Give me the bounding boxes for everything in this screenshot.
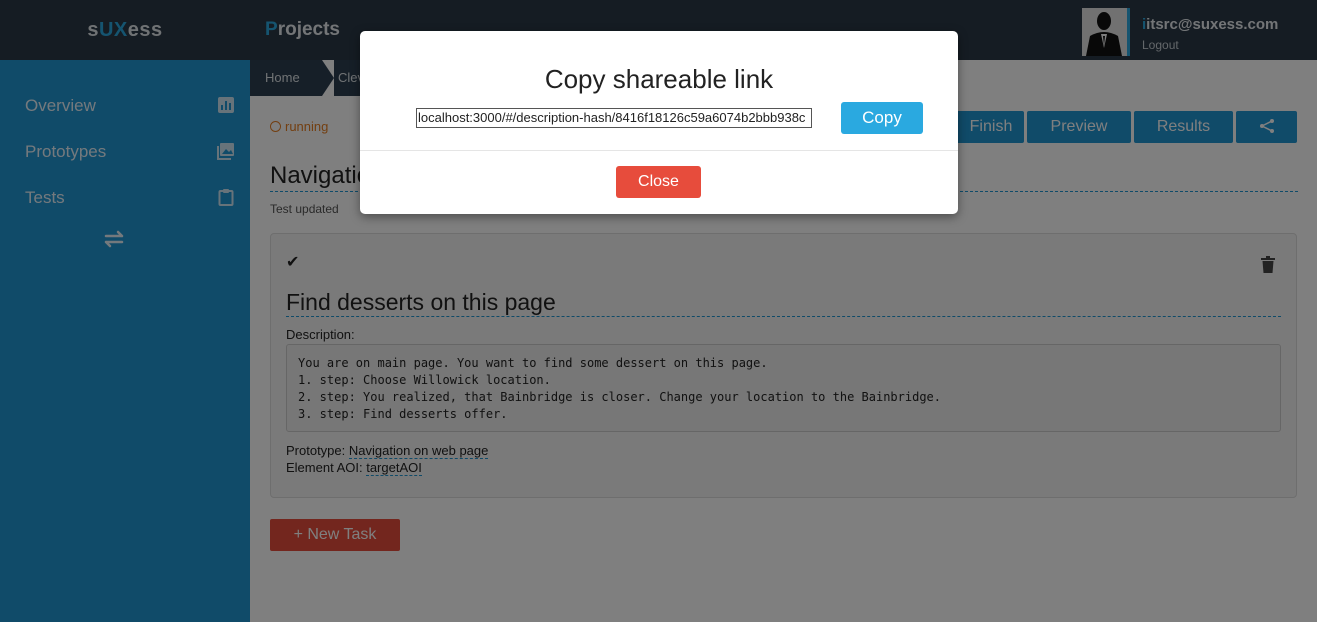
close-button[interactable]: Close <box>616 166 701 198</box>
modal-title: Copy shareable link <box>544 64 774 94</box>
shareable-link-input[interactable]: localhost:3000/#/description-hash/8416f1… <box>416 108 812 128</box>
modal-divider <box>360 150 958 151</box>
share-link-modal: Copy shareable link localhost:3000/#/des… <box>360 31 958 214</box>
copy-button[interactable]: Copy <box>841 102 923 134</box>
